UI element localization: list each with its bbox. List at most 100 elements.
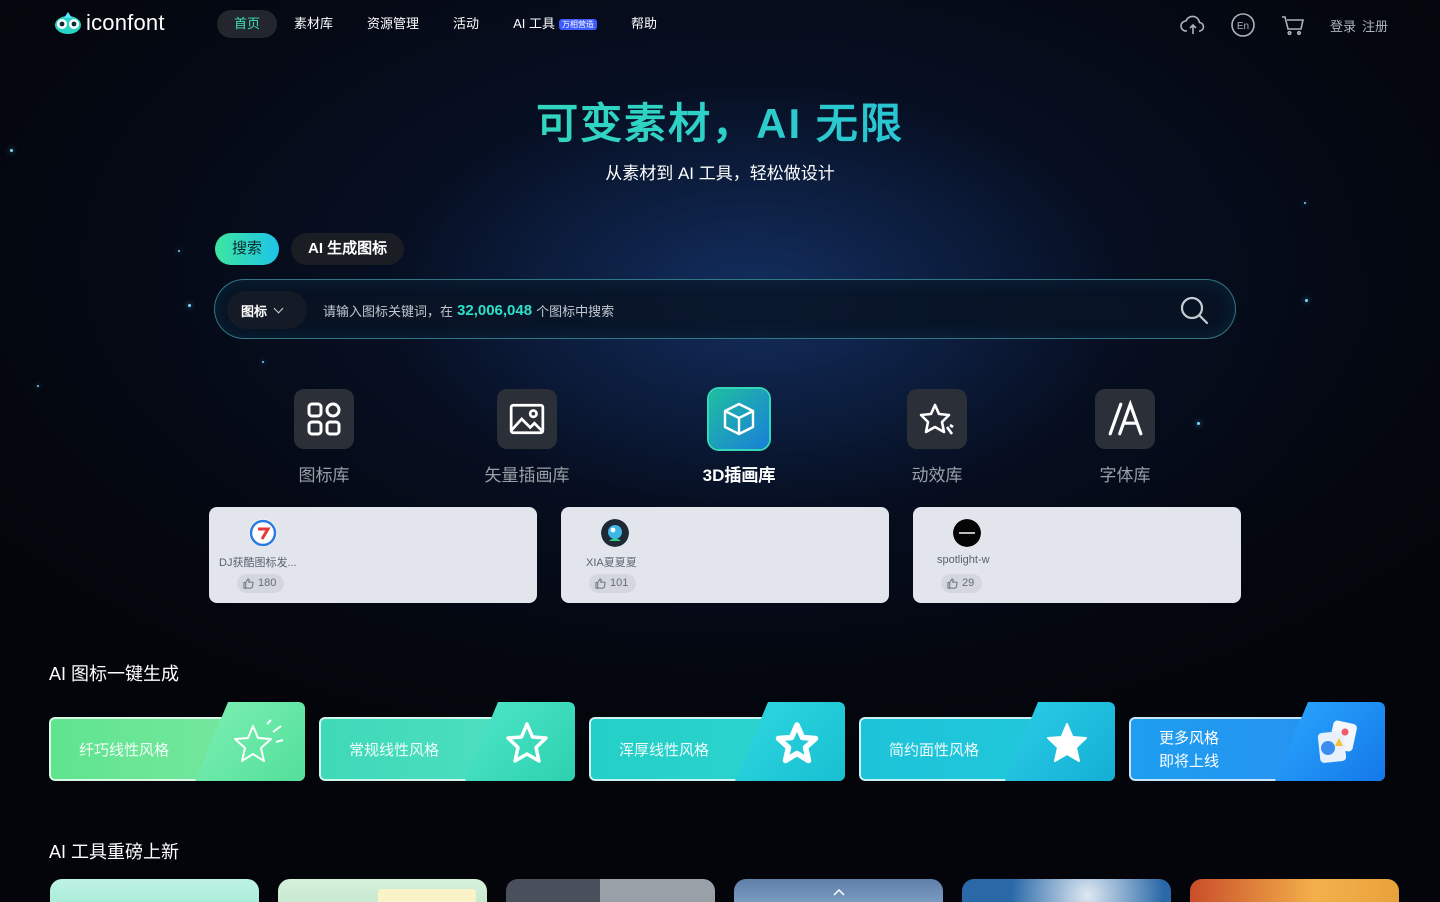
nav-item-materials[interactable]: 素材库 xyxy=(277,10,350,38)
like-count[interactable]: 101 xyxy=(589,574,637,593)
image-icon xyxy=(497,389,557,449)
category-label: 图标库 xyxy=(298,466,350,485)
nav-item-events[interactable]: 活动 xyxy=(436,10,496,38)
tab-ai-generate-icon[interactable]: AI 生成图标 xyxy=(291,233,405,265)
register-link[interactable]: 注册 xyxy=(1362,19,1388,34)
language-en-icon[interactable]: En xyxy=(1230,12,1256,38)
like-count-value: 101 xyxy=(610,577,629,589)
chevron-up-icon xyxy=(833,888,845,896)
section-title-ai-icon: AI 图标一键生成 xyxy=(49,664,180,684)
avatar xyxy=(601,519,629,547)
header-actions: En 登录 注册 xyxy=(1156,12,1388,38)
thumb-up-icon xyxy=(595,578,606,589)
like-count[interactable]: 29 xyxy=(941,574,983,593)
thumb-up-icon xyxy=(243,578,254,589)
star-decoration xyxy=(37,385,39,387)
sparkle-star-icon xyxy=(907,389,967,449)
style-card-more-coming[interactable]: 更多风格 即将上线 xyxy=(1129,702,1385,781)
style-label: 简约面性风格 xyxy=(889,742,980,759)
search-placeholder-suffix: 个图标中搜索 xyxy=(536,303,615,319)
star-outline-icon xyxy=(506,722,548,763)
font-icon xyxy=(1095,389,1155,449)
card-author: XIA夏夏夏 xyxy=(586,557,637,569)
avatar xyxy=(249,519,277,547)
search-bar: 图标 请输入图标关键词，在 32,006,048 个图标中搜索 xyxy=(214,279,1236,339)
like-count-value: 180 xyxy=(258,577,277,589)
category-label: 矢量插画库 xyxy=(484,466,570,485)
style-card-regular-line[interactable]: 常规线性风格 xyxy=(319,702,575,781)
grid-icon xyxy=(294,389,354,449)
category-3d-illustration[interactable]: 3D插画库 xyxy=(694,389,784,486)
auth-links: 登录 注册 xyxy=(1330,16,1388,35)
tool-card[interactable] xyxy=(506,879,715,902)
upload-cloud-icon[interactable] xyxy=(1180,12,1206,38)
logo[interactable]: iconfont xyxy=(54,10,165,36)
search-input[interactable]: 请输入图标关键词，在 32,006,048 个图标中搜索 xyxy=(323,299,614,321)
search-type-select[interactable]: 图标 xyxy=(227,291,307,329)
hero-subtitle: 从素材到 AI 工具，轻松做设计 xyxy=(605,164,835,183)
top-header: iconfont 首页 素材库 资源管理 活动 AI 工具万相营造 帮助 En xyxy=(0,0,1440,48)
tool-card[interactable] xyxy=(734,879,943,902)
cart-icon[interactable] xyxy=(1280,12,1306,38)
style-label-line1: 更多风格 xyxy=(1159,730,1220,747)
star-decoration xyxy=(188,304,191,307)
style-label-multiline: 更多风格 即将上线 xyxy=(1159,727,1219,773)
category-icon-library[interactable]: 图标库 xyxy=(284,389,364,486)
cube-icon xyxy=(709,389,769,449)
style-label-line2: 即将上线 xyxy=(1159,753,1220,770)
style-card-thin-line[interactable]: 纤巧线性风格 xyxy=(49,702,305,781)
nav-item-ai-tools[interactable]: AI 工具 万相营造 xyxy=(496,10,614,38)
star-decoration xyxy=(262,361,264,363)
tool-card[interactable] xyxy=(278,879,487,902)
tool-card[interactable] xyxy=(1190,879,1399,902)
chevron-down-icon xyxy=(273,303,284,313)
tool-card-thumbnail xyxy=(378,889,476,902)
avatar xyxy=(953,519,981,547)
star-decoration xyxy=(1305,299,1308,302)
star-decoration xyxy=(1304,202,1306,204)
search-icon[interactable] xyxy=(1177,293,1211,327)
search-placeholder-prefix: 请输入图标关键词，在 xyxy=(323,303,454,319)
featured-card[interactable]: DJ获酷图标发... 180 xyxy=(209,507,537,603)
nav-item-resources[interactable]: 资源管理 xyxy=(350,10,436,38)
category-nav: 图标库 矢量插画库 3D插画库 动效库 字体库 xyxy=(0,389,1440,489)
nav-item-help[interactable]: 帮助 xyxy=(614,10,674,38)
nav-ai-tools-tag: 万相营造 xyxy=(558,19,597,30)
thumb-up-icon xyxy=(947,578,958,589)
category-font-library[interactable]: 字体库 xyxy=(1090,389,1160,486)
tool-card[interactable] xyxy=(962,879,1171,902)
category-label: 字体库 xyxy=(1099,466,1151,485)
style-card-simple-fill[interactable]: 简约面性风格 xyxy=(859,702,1115,781)
category-vector-illustration[interactable]: 矢量插画库 xyxy=(476,389,578,486)
category-motion-library[interactable]: 动效库 xyxy=(902,389,972,486)
card-author: DJ获酷图标发... xyxy=(219,557,297,569)
tool-card[interactable] xyxy=(50,879,259,902)
like-count-value: 29 xyxy=(962,577,975,589)
style-card-thick-line[interactable]: 浑厚线性风格 xyxy=(589,702,845,781)
star-filled-icon xyxy=(1047,723,1087,762)
card-author: spotlight-w xyxy=(937,554,990,566)
main-nav: 首页 素材库 资源管理 活动 AI 工具 万相营造 帮助 xyxy=(217,10,674,38)
icon-count: 32,006,048 xyxy=(457,301,533,319)
style-label: 浑厚线性风格 xyxy=(619,742,710,759)
logo-text: iconfont xyxy=(86,10,165,35)
style-label: 常规线性风格 xyxy=(349,742,440,759)
section-title-ai-tools: AI 工具重磅上新 xyxy=(49,842,180,862)
star-outline-icon xyxy=(234,719,284,762)
category-label: 动效库 xyxy=(911,466,963,485)
featured-card[interactable]: XIA夏夏夏 101 xyxy=(561,507,889,603)
tab-search[interactable]: 搜索 xyxy=(215,233,280,265)
login-link[interactable]: 登录 xyxy=(1330,19,1356,34)
nav-ai-tools-label: AI 工具 xyxy=(513,16,555,31)
style-label: 纤巧线性风格 xyxy=(79,742,170,759)
style-cards-icon xyxy=(1317,720,1357,763)
star-decoration xyxy=(178,250,180,252)
search-type-label: 图标 xyxy=(241,303,268,319)
featured-card[interactable]: spotlight-w 29 xyxy=(913,507,1241,603)
star-outline-icon xyxy=(775,722,819,764)
logo-icon xyxy=(55,12,81,34)
nav-item-home[interactable]: 首页 xyxy=(217,10,278,38)
like-count[interactable]: 180 xyxy=(237,574,285,593)
hero-title: 可变素材，AI 无限 xyxy=(0,90,1440,151)
search-tabs: 搜索 AI 生成图标 xyxy=(215,233,416,265)
